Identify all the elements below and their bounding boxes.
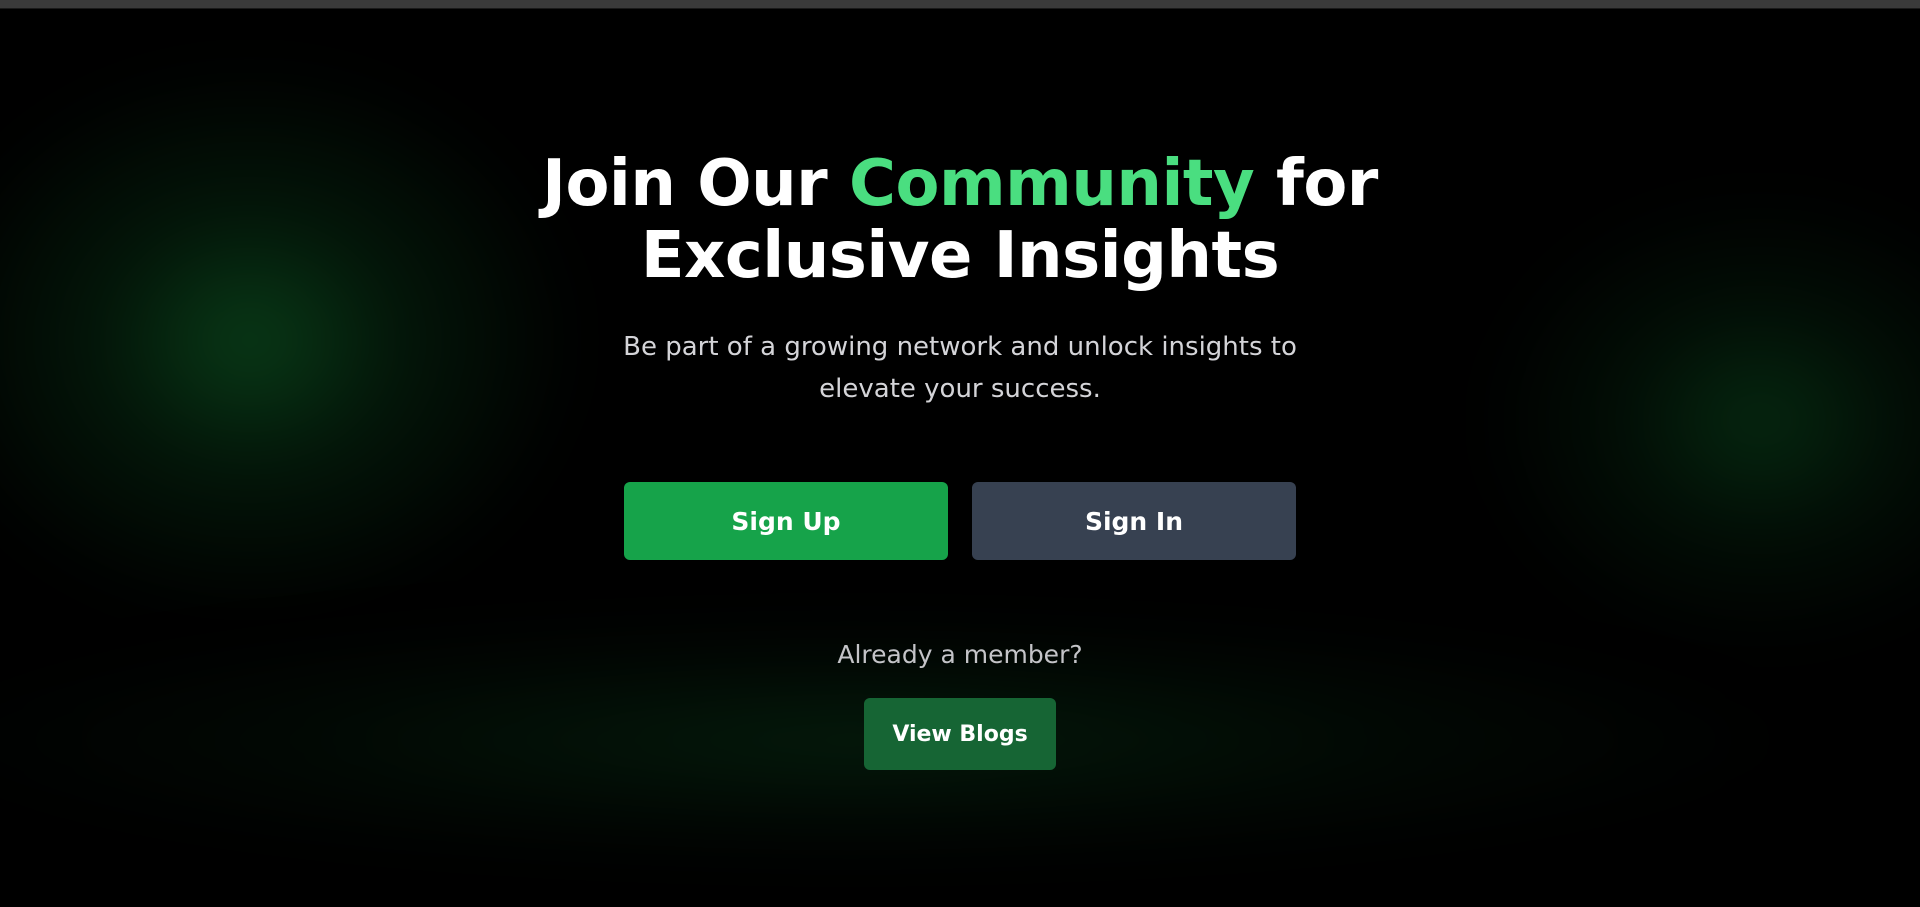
hero-title-line2: Exclusive Insights — [640, 219, 1280, 293]
hero-subtitle-line2: elevate your success. — [819, 374, 1101, 404]
browser-top-strip — [0, 0, 1920, 9]
hero-subtitle: Be part of a growing network and unlock … — [610, 326, 1310, 410]
sign-up-button[interactable]: Sign Up — [624, 482, 948, 560]
hero-title-start: Join Our — [542, 147, 850, 221]
sign-in-button[interactable]: Sign In — [972, 482, 1296, 560]
landing-page: Join Our Community for Exclusive Insights… — [0, 0, 1920, 907]
hero-title: Join Our Community for Exclusive Insights — [460, 148, 1460, 292]
background-glow-left — [0, 60, 580, 620]
background-glow-right — [1480, 190, 1920, 650]
hero-subtitle-line1: Be part of a growing network and unlock … — [623, 332, 1297, 362]
hero-title-line1-end: for — [1254, 147, 1378, 221]
hero-title-accent: Community — [849, 147, 1255, 221]
view-blogs-button[interactable]: View Blogs — [864, 698, 1056, 770]
already-member-text: Already a member? — [837, 640, 1083, 669]
